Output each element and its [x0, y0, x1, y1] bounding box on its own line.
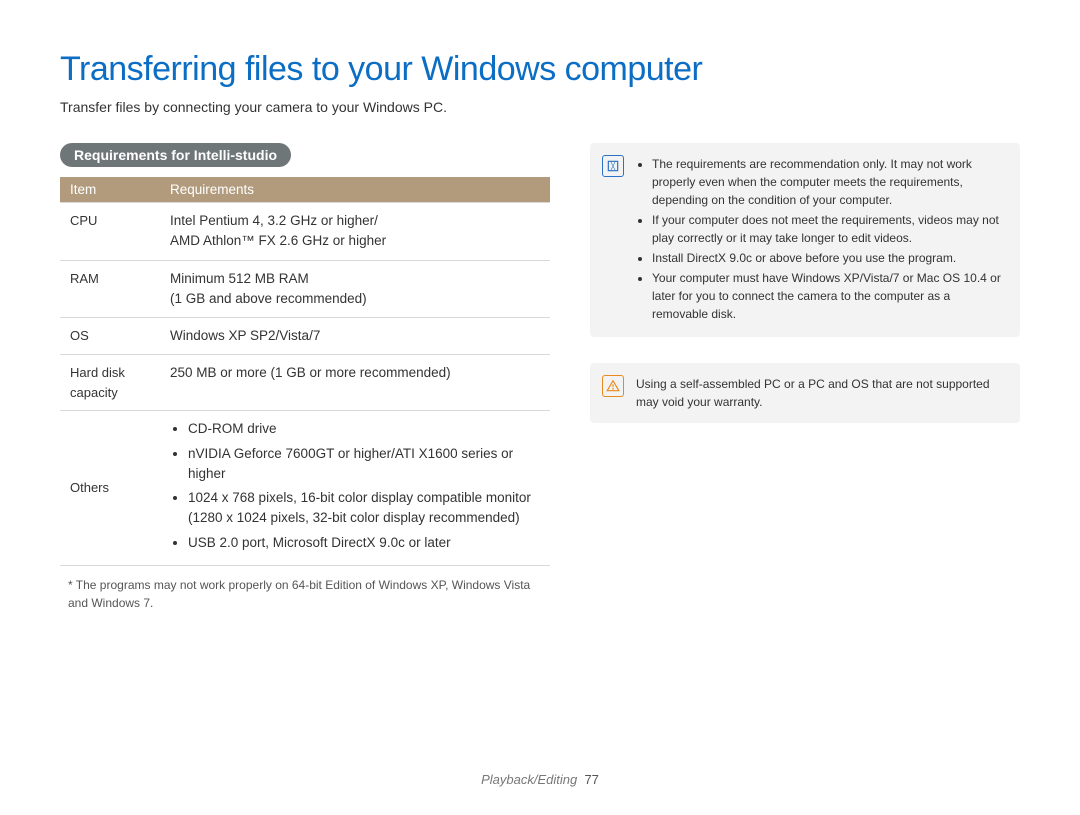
cell-item: RAM	[60, 260, 160, 318]
warning-text: Using a self-assembled PC or a PC and OS…	[636, 375, 1006, 411]
cell-req: CD-ROM drive nVIDIA Geforce 7600GT or hi…	[160, 411, 550, 566]
table-row: Hard disk capacity 250 MB or more (1 GB …	[60, 355, 550, 411]
section-heading-pill: Requirements for Intelli-studio	[60, 143, 291, 167]
page-title: Transferring files to your Windows compu…	[60, 50, 1020, 89]
warning-icon	[602, 375, 624, 397]
cell-req: Intel Pentium 4, 3.2 GHz or higher/ AMD …	[160, 203, 550, 261]
note-item: The requirements are recommendation only…	[652, 155, 1006, 209]
th-requirements: Requirements	[160, 177, 550, 203]
table-row: RAM Minimum 512 MB RAM (1 GB and above r…	[60, 260, 550, 318]
note-box: The requirements are recommendation only…	[590, 143, 1020, 337]
list-item: 1024 x 768 pixels, 16-bit color display …	[188, 488, 540, 529]
cell-req: Minimum 512 MB RAM (1 GB and above recom…	[160, 260, 550, 318]
page-footer: Playback/Editing 77	[0, 772, 1080, 787]
cell-item: Hard disk capacity	[60, 355, 160, 411]
list-item: CD-ROM drive	[188, 419, 540, 439]
note-item: Install DirectX 9.0c or above before you…	[652, 249, 1006, 267]
cell-item: Others	[60, 411, 160, 566]
cell-req: Windows XP SP2/Vista/7	[160, 318, 550, 355]
cell-req: 250 MB or more (1 GB or more recommended…	[160, 355, 550, 411]
th-item: Item	[60, 177, 160, 203]
list-item: nVIDIA Geforce 7600GT or higher/ATI X160…	[188, 444, 540, 485]
table-row: OS Windows XP SP2/Vista/7	[60, 318, 550, 355]
table-row: CPU Intel Pentium 4, 3.2 GHz or higher/ …	[60, 203, 550, 261]
warning-box: Using a self-assembled PC or a PC and OS…	[590, 363, 1020, 423]
intro-text: Transfer files by connecting your camera…	[60, 99, 1020, 115]
requirements-table: Item Requirements CPU Intel Pentium 4, 3…	[60, 177, 550, 566]
list-item: USB 2.0 port, Microsoft DirectX 9.0c or …	[188, 533, 540, 553]
table-row: Others CD-ROM drive nVIDIA Geforce 7600G…	[60, 411, 550, 566]
note-icon	[602, 155, 624, 177]
footer-section: Playback/Editing	[481, 772, 577, 787]
footnote: * The programs may not work properly on …	[60, 576, 550, 612]
note-item: Your computer must have Windows XP/Vista…	[652, 269, 1006, 323]
footer-page-number: 77	[584, 772, 598, 787]
cell-item: CPU	[60, 203, 160, 261]
cell-item: OS	[60, 318, 160, 355]
note-item: If your computer does not meet the requi…	[652, 211, 1006, 247]
